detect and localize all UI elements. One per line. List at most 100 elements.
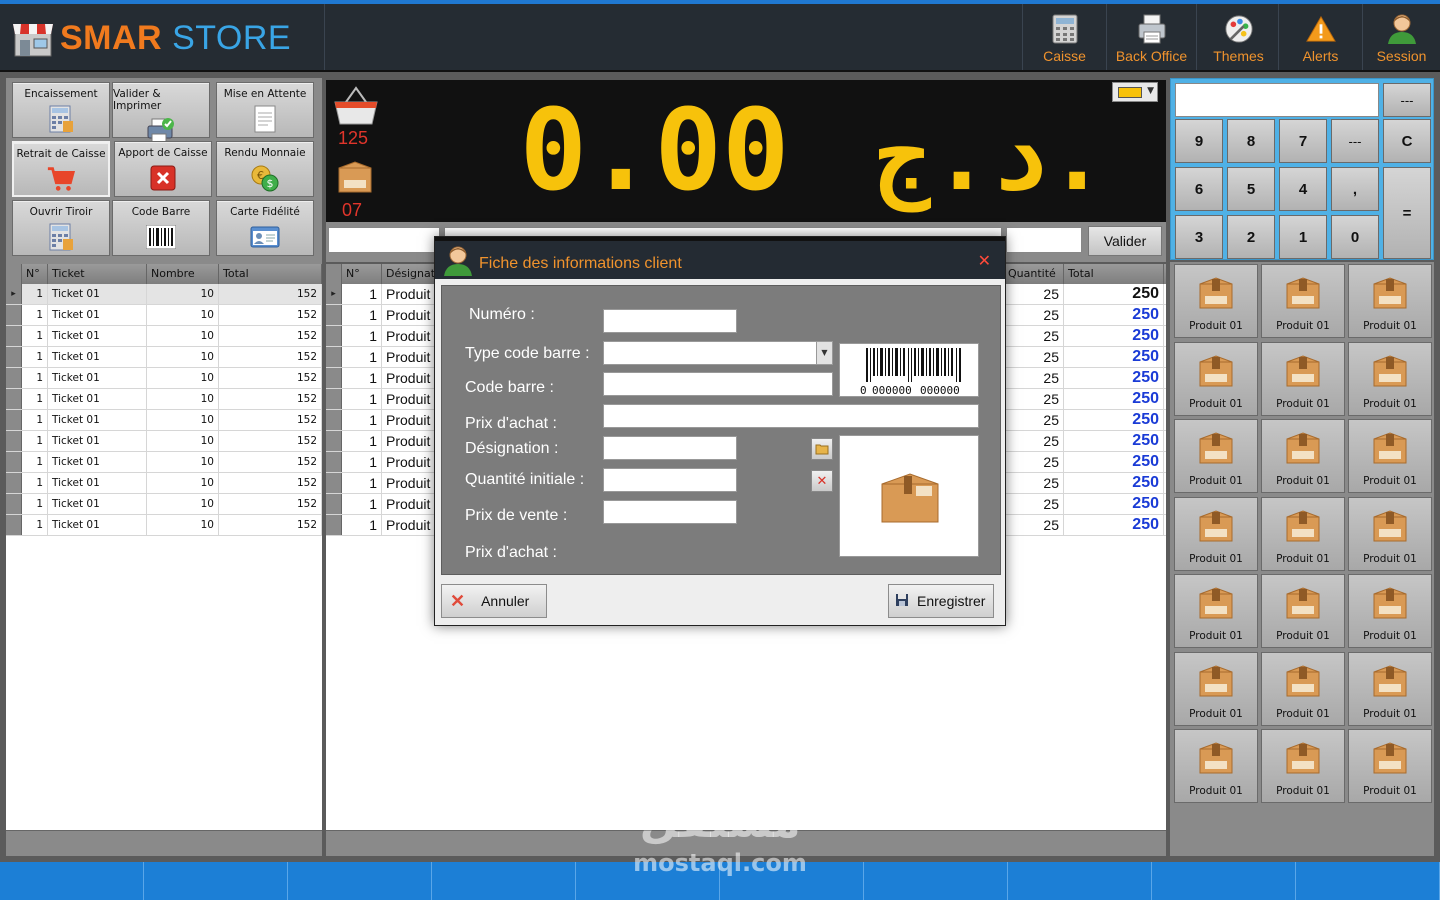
row-gutter[interactable] xyxy=(326,410,342,430)
product-tile[interactable]: Produit 01 xyxy=(1174,574,1258,648)
row-gutter[interactable] xyxy=(6,389,22,409)
row-gutter[interactable] xyxy=(326,515,342,535)
key-button[interactable]: 8 xyxy=(1227,119,1275,163)
key-button[interactable]: 9 xyxy=(1175,119,1223,163)
table-row[interactable]: ▸ 1 Ticket 01 10 152 xyxy=(6,284,322,305)
row-gutter[interactable] xyxy=(326,347,342,367)
footer-cell[interactable] xyxy=(0,862,144,900)
product-tile[interactable]: Produit 01 xyxy=(1348,264,1432,338)
row-gutter[interactable] xyxy=(6,326,22,346)
footer-cell[interactable] xyxy=(1296,862,1440,900)
key-button[interactable]: 1 xyxy=(1279,215,1327,259)
table-row[interactable]: 1 Ticket 01 10 152 xyxy=(6,494,322,515)
row-gutter[interactable]: ▸ xyxy=(6,284,22,304)
caisse-button[interactable]: Caisse xyxy=(1022,4,1106,70)
barcode-entry-input[interactable] xyxy=(1006,227,1082,253)
key-button[interactable]: 3 xyxy=(1175,215,1223,259)
row-gutter[interactable] xyxy=(326,305,342,325)
product-tile[interactable]: Produit 01 xyxy=(1261,419,1345,493)
prix-achat-input[interactable] xyxy=(603,404,979,428)
rendu-monnaie-button[interactable]: Rendu Monnaie € $ xyxy=(216,141,314,197)
footer-cell[interactable] xyxy=(864,862,1008,900)
product-tile[interactable]: Produit 01 xyxy=(1348,574,1432,648)
row-gutter[interactable] xyxy=(6,368,22,388)
key-button[interactable]: 6 xyxy=(1175,167,1223,211)
key-button[interactable]: 2 xyxy=(1227,215,1275,259)
footer-cell[interactable] xyxy=(1152,862,1296,900)
row-gutter[interactable] xyxy=(6,305,22,325)
row-gutter[interactable] xyxy=(6,473,22,493)
row-gutter[interactable] xyxy=(326,494,342,514)
footer-cell[interactable] xyxy=(1008,862,1152,900)
product-tile[interactable]: Produit 01 xyxy=(1174,729,1258,803)
key-button[interactable]: C xyxy=(1383,119,1431,163)
key-button[interactable]: , xyxy=(1331,167,1379,211)
carte-fidelite-button[interactable]: Carte Fidélité xyxy=(216,200,314,256)
key-equals[interactable]: = xyxy=(1383,167,1431,259)
quantity-input[interactable] xyxy=(328,227,440,253)
code-barre-input[interactable] xyxy=(603,372,833,396)
row-gutter[interactable] xyxy=(6,494,22,514)
ouvrir-tiroir-button[interactable]: Ouvrir Tiroir xyxy=(12,200,110,256)
themes-button[interactable]: Themes xyxy=(1196,4,1280,70)
product-tile[interactable]: Produit 01 xyxy=(1174,341,1258,416)
row-gutter[interactable] xyxy=(6,410,22,430)
product-tile[interactable]: Produit 01 xyxy=(1261,729,1345,803)
dialog-close-button[interactable]: ✕ xyxy=(978,251,991,270)
retrait-de-caisse-button[interactable]: Retrait de Caisse xyxy=(12,141,110,197)
row-gutter[interactable] xyxy=(326,431,342,451)
row-gutter[interactable] xyxy=(326,473,342,493)
prix-vente-input[interactable] xyxy=(603,500,737,524)
row-gutter[interactable] xyxy=(326,326,342,346)
table-row[interactable]: 1 Ticket 01 10 152 xyxy=(6,473,322,494)
mise-en-attente-button[interactable]: Mise en Attente xyxy=(216,82,314,138)
table-row[interactable]: 1 Ticket 01 10 152 xyxy=(6,326,322,347)
table-row[interactable]: 1 Ticket 01 10 152 xyxy=(6,389,322,410)
row-gutter[interactable] xyxy=(6,347,22,367)
table-row[interactable]: 1 Ticket 01 10 152 xyxy=(6,515,322,536)
table-row[interactable]: 1 Ticket 01 10 152 xyxy=(6,305,322,326)
product-tile[interactable]: Produit 01 xyxy=(1348,496,1432,571)
product-tile[interactable]: Produit 01 xyxy=(1174,419,1258,493)
key-button[interactable]: 7 xyxy=(1279,119,1327,163)
product-tile[interactable]: Produit 01 xyxy=(1261,264,1345,338)
back-office-button[interactable]: Back Office xyxy=(1106,4,1196,70)
table-row[interactable]: 1 Ticket 01 10 152 xyxy=(6,431,322,452)
table-row[interactable]: 1 Ticket 01 10 152 xyxy=(6,452,322,473)
row-gutter[interactable] xyxy=(326,452,342,472)
remove-image-button[interactable]: ✕ xyxy=(811,470,833,492)
row-gutter[interactable]: ▸ xyxy=(326,284,342,304)
row-gutter[interactable] xyxy=(326,389,342,409)
product-tile[interactable]: Produit 01 xyxy=(1348,729,1432,803)
key-button[interactable]: 4 xyxy=(1279,167,1327,211)
apport-de-caisse-button[interactable]: Apport de Caisse xyxy=(114,141,212,197)
table-row[interactable]: 1 Ticket 01 10 152 xyxy=(6,410,322,431)
keypad-display[interactable] xyxy=(1175,83,1379,117)
cancel-button[interactable]: ✕ Annuler xyxy=(441,584,547,618)
product-tile[interactable]: Produit 01 xyxy=(1174,264,1258,338)
product-tile[interactable]: Produit 01 xyxy=(1174,496,1258,571)
key-button[interactable]: 5 xyxy=(1227,167,1275,211)
row-gutter[interactable] xyxy=(6,515,22,535)
save-button[interactable]: Enregistrer xyxy=(888,584,994,618)
numero-input[interactable] xyxy=(603,309,737,333)
quantite-input[interactable] xyxy=(603,468,737,492)
product-tile[interactable]: Produit 01 xyxy=(1348,341,1432,416)
valider-imprimer-button[interactable]: Valider & Imprimer xyxy=(112,82,210,144)
key-dash-top[interactable]: --- xyxy=(1383,83,1431,117)
table-row[interactable]: 1 Ticket 01 10 152 xyxy=(6,347,322,368)
chevron-down-icon[interactable]: ▼ xyxy=(816,342,832,364)
footer-cell[interactable] xyxy=(432,862,576,900)
designation-input[interactable] xyxy=(603,436,737,460)
row-gutter[interactable] xyxy=(6,431,22,451)
product-tile[interactable]: Produit 01 xyxy=(1261,651,1345,726)
encaissement-button[interactable]: Encaissement xyxy=(12,82,110,138)
validate-button[interactable]: Valider xyxy=(1088,226,1162,256)
footer-cell[interactable] xyxy=(144,862,288,900)
row-gutter[interactable] xyxy=(6,452,22,472)
session-button[interactable]: Session xyxy=(1362,4,1440,70)
product-tile[interactable]: Produit 01 xyxy=(1348,419,1432,493)
table-row[interactable]: 1 Ticket 01 10 152 xyxy=(6,368,322,389)
color-swatch-dropdown[interactable]: ▼ xyxy=(1112,82,1158,102)
key-button[interactable]: --- xyxy=(1331,119,1379,163)
